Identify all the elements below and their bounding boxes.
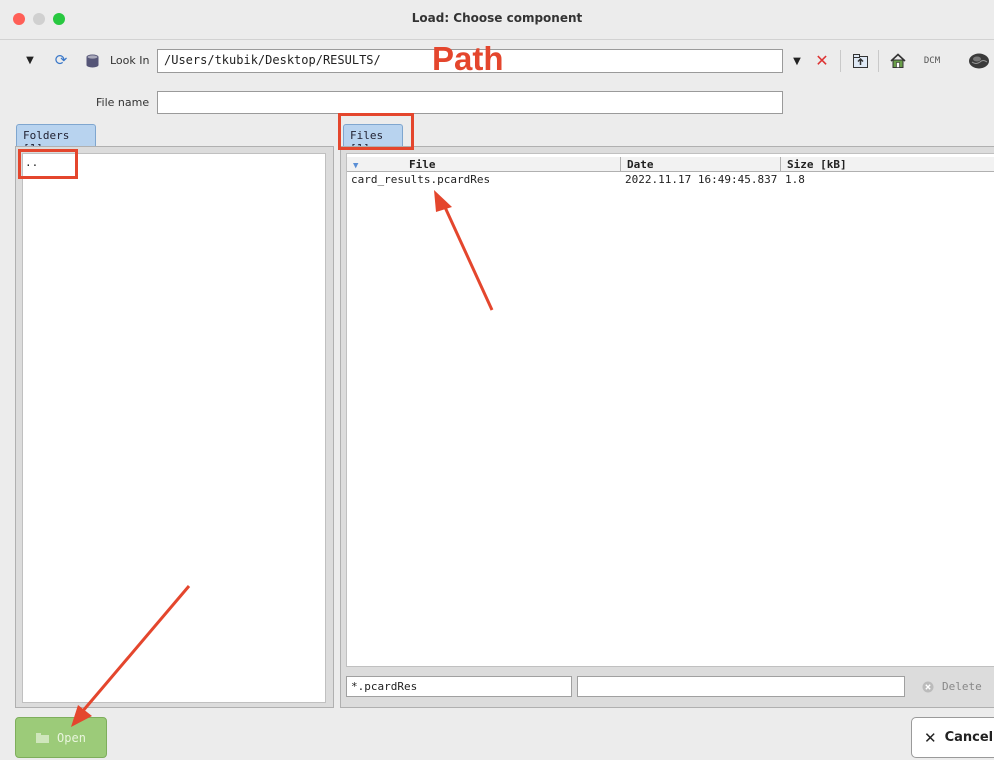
home-icon[interactable] — [888, 51, 908, 69]
folder-icon — [36, 732, 50, 743]
refresh-icon[interactable]: ⟳ — [53, 51, 69, 69]
sort-arrow-icon[interactable]: ▼ — [353, 161, 358, 171]
file-cell-date[interactable]: 2022.11.17 16:49:45.837 — [621, 173, 781, 187]
dropdown-arrow-icon[interactable]: ▼ — [24, 54, 36, 66]
dcm-icon[interactable]: DCM — [918, 55, 946, 67]
tab-folders[interactable]: Folders [1] — [16, 124, 96, 155]
close-icon: ✕ — [924, 728, 937, 747]
column-header-file-label: File — [409, 158, 436, 171]
secondary-filter-input[interactable] — [577, 676, 905, 697]
files-tab-highlight — [338, 113, 414, 150]
path-dropdown-icon[interactable]: ▼ — [791, 55, 803, 67]
database-icon — [85, 53, 100, 68]
delete-icon — [922, 681, 934, 692]
file-filter-input[interactable]: *.pcardRes — [346, 676, 572, 697]
open-button[interactable]: Open — [15, 717, 107, 758]
delete-label: Delete — [942, 680, 982, 693]
file-name-label: File name — [96, 96, 150, 109]
cancel-label: Cancel — [944, 730, 994, 745]
files-table[interactable] — [346, 153, 994, 667]
toolbar-separator — [840, 50, 841, 72]
look-in-label: Look In — [110, 54, 150, 67]
toolbar-separator — [878, 50, 879, 72]
delete-button[interactable]: Delete — [916, 676, 994, 697]
column-header-date[interactable]: Date — [621, 157, 781, 172]
cancel-button[interactable]: ✕ Cancel — [911, 717, 994, 758]
parent-folder-highlight — [18, 149, 78, 179]
file-cell-size[interactable]: 1.8 — [781, 173, 994, 187]
folders-list[interactable] — [22, 153, 326, 703]
path-annotation: Path — [432, 40, 504, 77]
file-name-input[interactable] — [157, 91, 783, 114]
file-cell-name[interactable]: card_results.pcardRes — [347, 173, 621, 187]
brain-icon[interactable] — [968, 52, 990, 70]
clear-path-icon[interactable]: ✕ — [814, 51, 830, 70]
folder-up-icon[interactable] — [851, 52, 869, 70]
open-label: Open — [57, 730, 86, 745]
column-header-size[interactable]: Size [kB] — [781, 157, 994, 172]
window-title: Load: Choose component — [411, 11, 583, 25]
column-header-file[interactable]: ▼ File — [347, 157, 621, 172]
